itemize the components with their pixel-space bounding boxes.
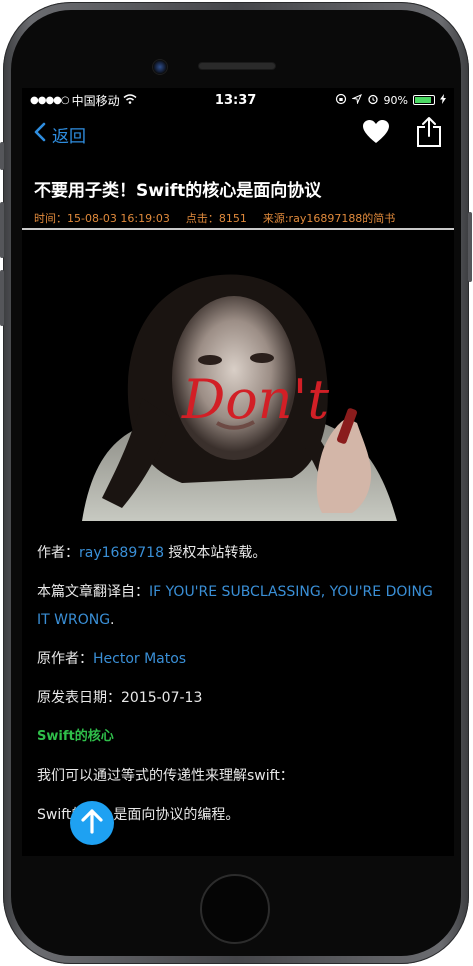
carrier-name: 中国移动 [71, 93, 120, 108]
paragraph-1: 我们可以通过等式的传递性来理解swift： [37, 768, 294, 784]
battery-percent: 90% [383, 93, 408, 107]
alarm-icon [367, 93, 379, 108]
volume-up-button [0, 202, 4, 258]
author-label: 作者： [37, 545, 79, 561]
original-author-label: 原作者： [37, 651, 93, 667]
arrow-up-icon [80, 808, 104, 838]
screen: ●●●●○ 中国移动 13:37 90% 返回 不要用子类！Swift的核心是面… [22, 88, 454, 856]
earpiece-speaker [199, 63, 275, 69]
volume-down-button [0, 270, 4, 326]
translated-label: 本篇文章翻译自： [37, 584, 149, 600]
original-author-line: 原作者：Hector Matos [37, 645, 439, 673]
home-button[interactable] [200, 874, 270, 944]
hero-image: Don't [22, 268, 454, 521]
navigation-bar: 返回 [22, 112, 454, 156]
meta-time: 时间：15-08-03 16:19:03 [34, 212, 170, 225]
original-author-link[interactable]: Hector Matos [93, 651, 186, 667]
front-camera [152, 59, 168, 75]
power-button [468, 212, 472, 282]
author-suffix: 授权本站转载。 [163, 545, 267, 561]
heart-icon[interactable] [362, 119, 390, 149]
status-time: 13:37 [214, 92, 257, 108]
publish-date: 原发表日期：2015-07-13 [37, 690, 203, 706]
signal-strength: ●●●●○ [30, 94, 70, 106]
battery-icon [413, 95, 435, 105]
status-bar: ●●●●○ 中国移动 13:37 90% [22, 88, 454, 112]
translated-suffix: . [110, 612, 115, 628]
wifi-icon [123, 93, 137, 107]
article-content: 作者：ray1689718 授权本站转载。 本篇文章翻译自：IF YOU'RE … [22, 539, 454, 829]
share-icon[interactable] [416, 116, 442, 152]
rotation-lock-icon [335, 93, 347, 108]
back-label: 返回 [52, 126, 86, 147]
article-header: 不要用子类！Swift的核心是面向协议 时间：15-08-03 16:19:03… [22, 156, 454, 230]
location-icon [350, 93, 362, 107]
battery-level [415, 97, 431, 103]
meta-clicks: 点击：8151 [185, 212, 247, 225]
scroll-top-button[interactable] [70, 801, 114, 845]
hero-dont-text: Don't [181, 368, 329, 431]
back-button[interactable]: 返回 [34, 122, 86, 147]
charging-icon [440, 93, 446, 107]
meta-source: 来源:ray16897188的简书 [262, 212, 396, 225]
author-link[interactable]: ray1689718 [79, 545, 164, 561]
mute-switch [0, 142, 4, 170]
translated-line: 本篇文章翻译自：IF YOU'RE SUBCLASSING, YOU'RE DO… [37, 578, 439, 634]
section-title: Swift的核心 [37, 729, 114, 744]
author-line: 作者：ray1689718 授权本站转载。 [37, 539, 439, 567]
article-title: 不要用子类！Swift的核心是面向协议 [34, 181, 322, 201]
chevron-left-icon [34, 122, 46, 147]
article-meta: 时间：15-08-03 16:19:03 点击：8151 来源:ray16897… [34, 210, 442, 226]
